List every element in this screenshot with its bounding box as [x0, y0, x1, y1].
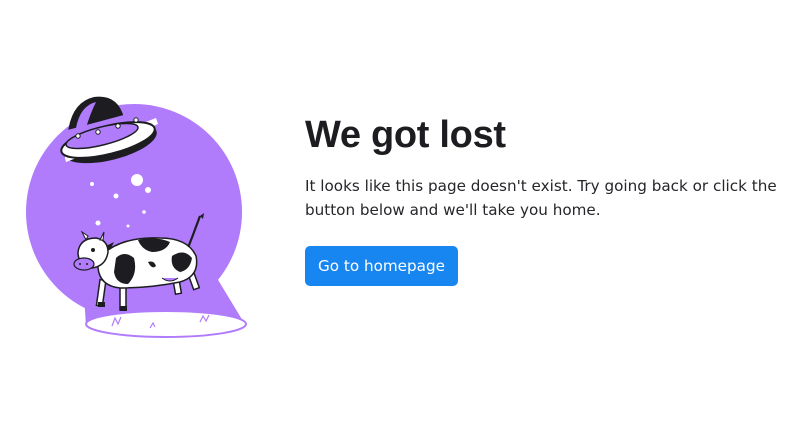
ufo-abducting-cow-icon [20, 88, 252, 344]
go-to-homepage-button[interactable]: Go to homepage [305, 246, 458, 286]
ground-ellipse [85, 310, 247, 338]
not-found-message: It looks like this page doesn't exist. T… [305, 177, 777, 219]
page-title: We got lost [305, 114, 506, 156]
not-found-content: We got lost It looks like this page does… [305, 112, 795, 286]
not-found-page: We got lost It looks like this page does… [0, 0, 800, 430]
